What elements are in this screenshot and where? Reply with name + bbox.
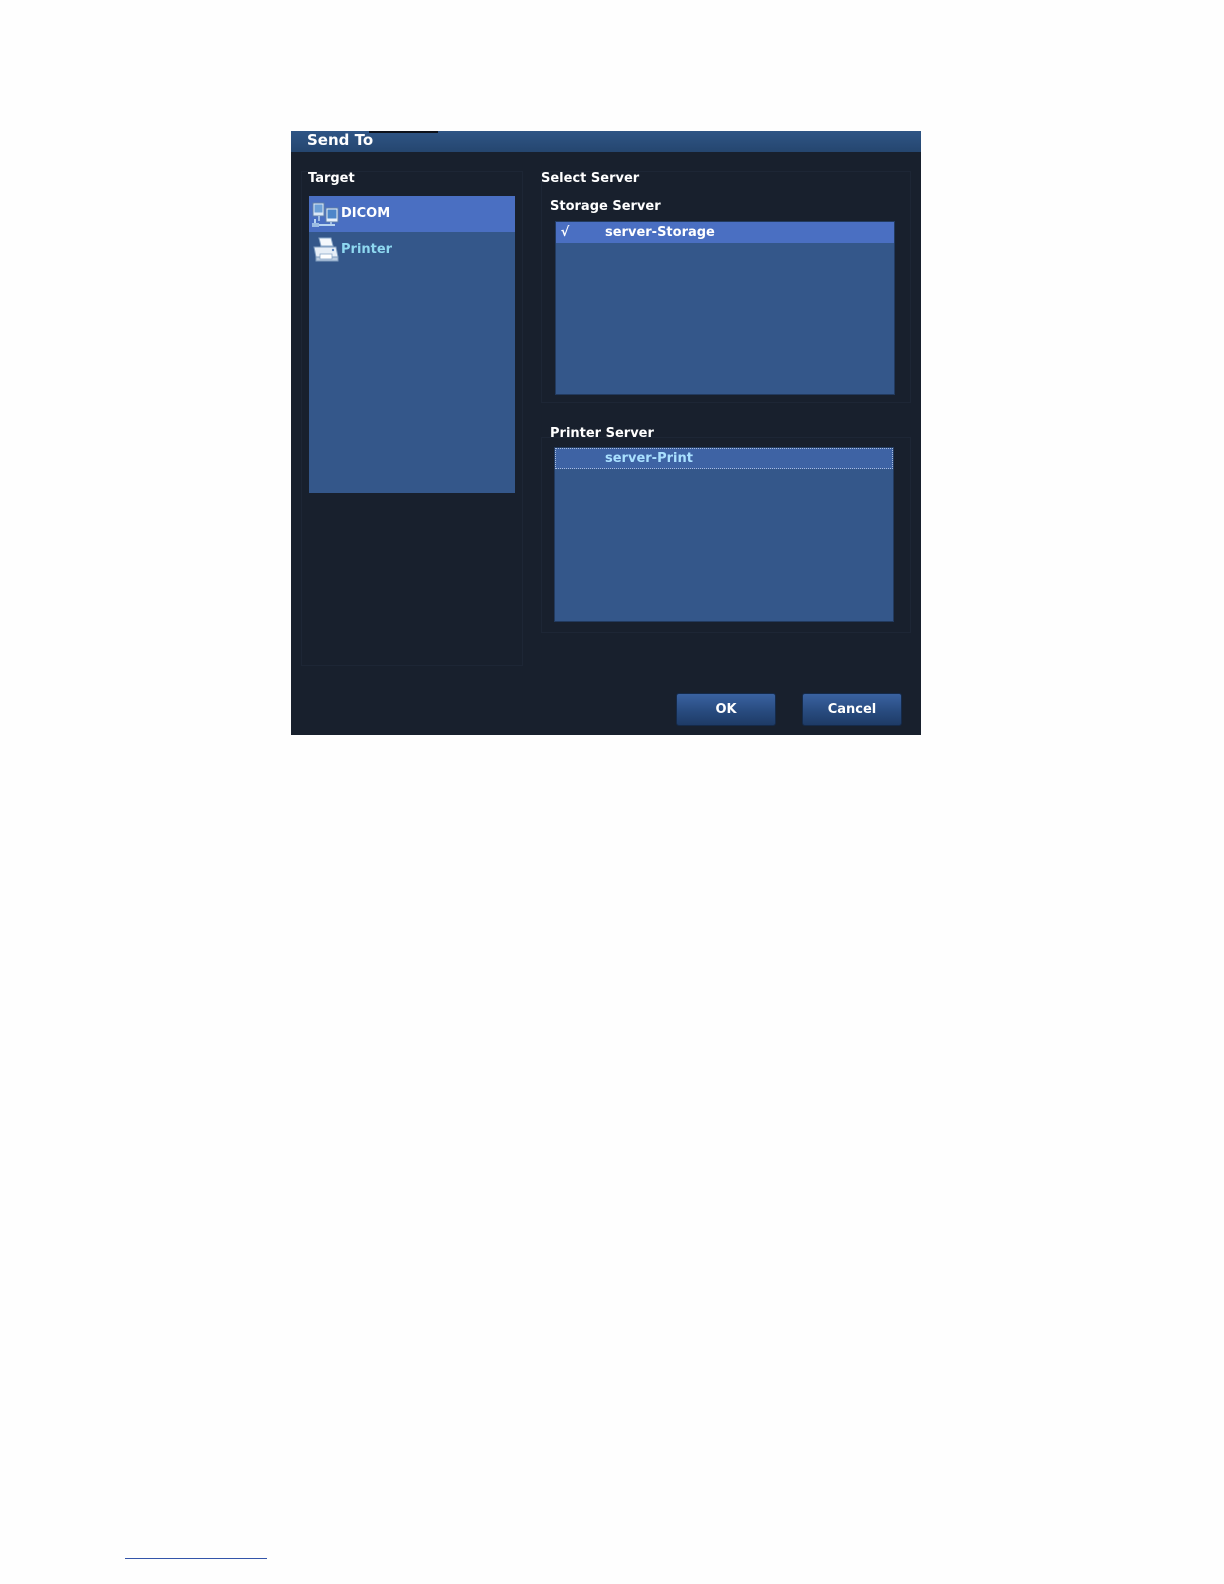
storage-server-list[interactable]: √ server-Storage <box>555 221 895 395</box>
dialog-title: Send To <box>307 131 374 149</box>
document-page: Send To Target DICOM Printer Select Serv… <box>0 0 1224 1584</box>
storage-server-row[interactable]: √ server-Storage <box>556 222 894 243</box>
server-name: server-Storage <box>605 225 715 240</box>
server-name: server-Print <box>605 451 693 466</box>
target-item-dicom[interactable]: DICOM <box>309 196 515 232</box>
title-bar-notch <box>369 131 438 133</box>
target-item-label: Printer <box>341 242 393 257</box>
printer-icon <box>313 237 339 262</box>
send-to-dialog: Send To Target DICOM Printer Select Serv… <box>291 131 921 735</box>
storage-server-label: Storage Server <box>550 199 661 214</box>
target-item-label: DICOM <box>341 206 391 221</box>
target-item-printer[interactable]: Printer <box>309 232 515 268</box>
target-list[interactable]: DICOM Printer <box>309 196 515 493</box>
check-mark-icon: √ <box>560 225 570 240</box>
printer-server-label: Printer Server <box>550 426 654 441</box>
cancel-button[interactable]: Cancel <box>802 693 902 726</box>
dicom-network-icon <box>312 202 339 227</box>
ok-button[interactable]: OK <box>676 693 776 726</box>
printer-server-row[interactable]: server-Print <box>555 448 893 469</box>
dialog-title-bar: Send To <box>291 131 921 152</box>
target-label: Target <box>308 171 355 186</box>
printer-server-list[interactable]: server-Print <box>554 447 894 622</box>
footnote-divider <box>125 1558 267 1559</box>
